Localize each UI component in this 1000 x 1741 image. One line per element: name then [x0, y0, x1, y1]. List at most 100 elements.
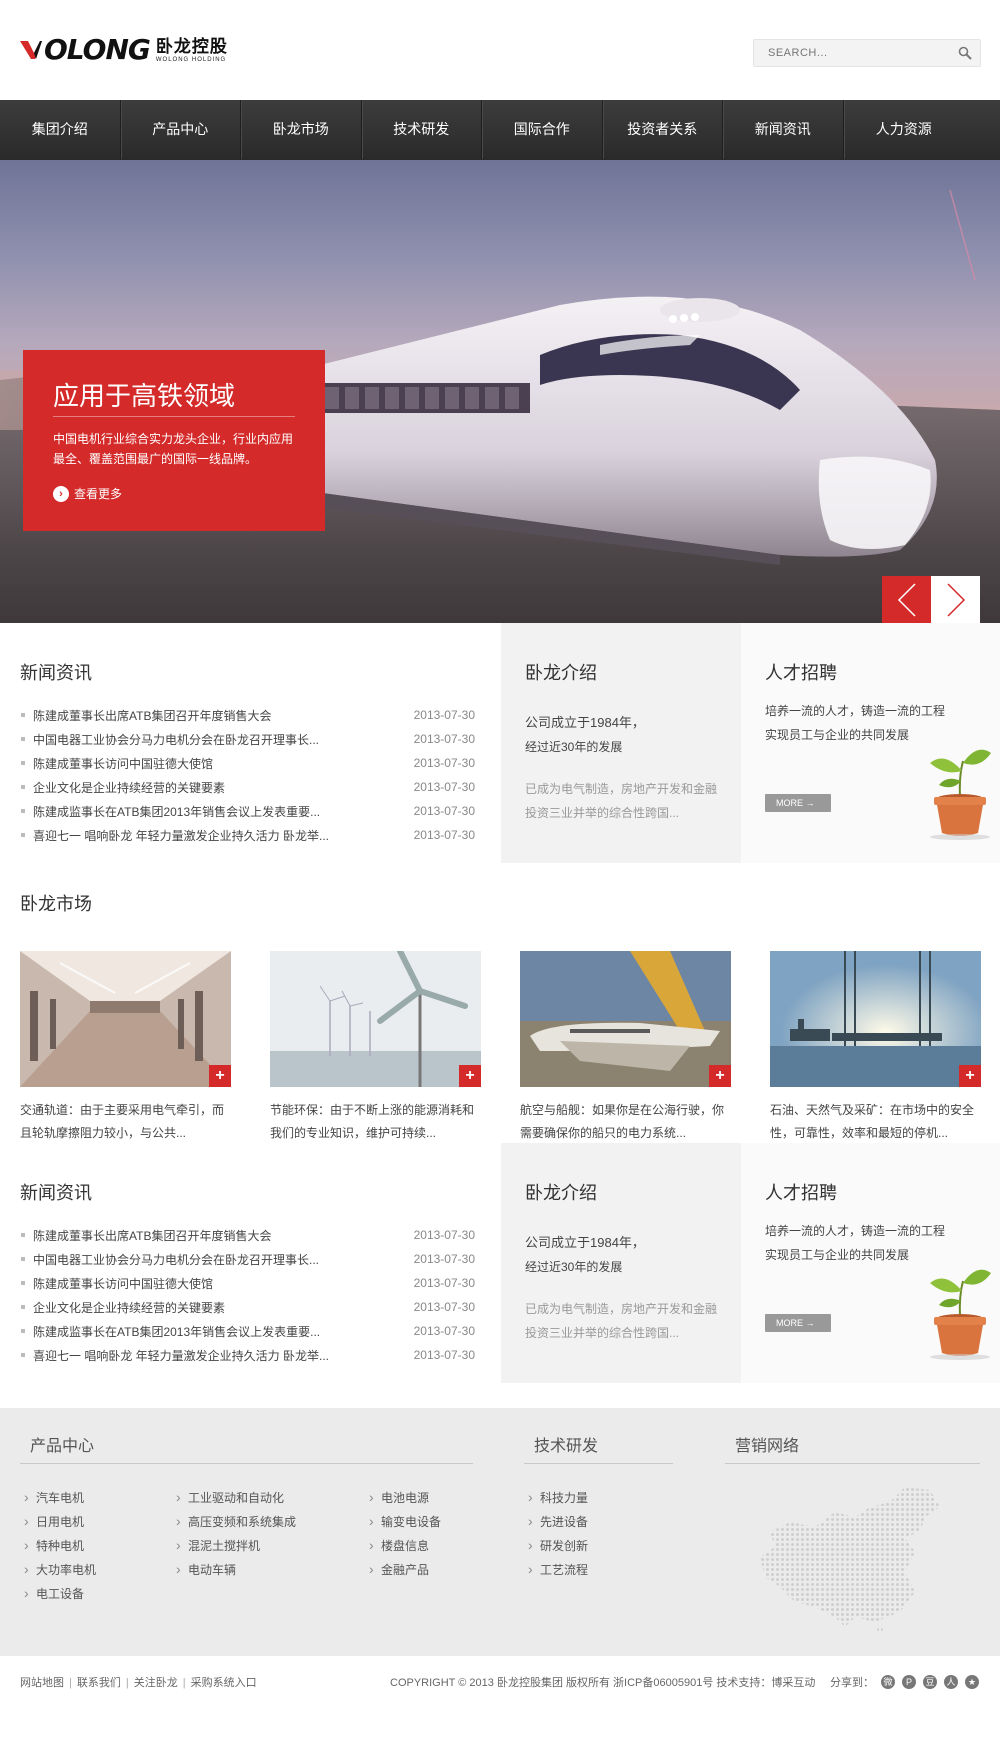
news-item[interactable]: 中国电器工业协会分马力电机分会在卧龙召开理事长... 2013-07-30 [20, 1247, 475, 1271]
plus-icon[interactable]: + [209, 1065, 231, 1087]
nav-item-products[interactable]: 产品中心 [121, 100, 241, 159]
plus-icon[interactable]: + [709, 1065, 731, 1087]
news-item-title[interactable]: 企业文化是企业持续经营的关键要素 [20, 779, 225, 796]
news-item[interactable]: 企业文化是企业持续经营的关键要素 2013-07-30 [20, 1295, 475, 1319]
separator: | [125, 1677, 129, 1689]
footer-link[interactable]: 混泥土搅拌机 [172, 1533, 296, 1558]
news-item[interactable]: 陈建成监事长在ATB集团2013年销售会议上发表重要... 2013-07-30 [20, 799, 475, 823]
market-image-aircraft[interactable]: + [520, 951, 731, 1087]
slider-next-button[interactable] [931, 576, 980, 623]
recruit-line-2: 实现员工与企业的共同发展 [765, 728, 910, 742]
news-item-title[interactable]: 陈建成董事长出席ATB集团召开年度销售大会 [20, 1227, 271, 1244]
footer-link[interactable]: 电动车辆 [172, 1557, 296, 1582]
hero-divider [53, 416, 295, 417]
news-item[interactable]: 中国电器工业协会分马力电机分会在卧龙召开理事长... 2013-07-30 [20, 727, 475, 751]
footer-link[interactable]: 电工设备 [20, 1581, 96, 1606]
news-item[interactable]: 企业文化是企业持续经营的关键要素 2013-07-30 [20, 775, 475, 799]
news-item-title[interactable]: 陈建成董事长访问中国驻德大使馆 [20, 1275, 213, 1292]
footer-network: 营销网络 [725, 1432, 980, 1632]
footer-link[interactable]: 日用电机 [20, 1509, 96, 1534]
separator: | [69, 1677, 72, 1689]
news-item-date: 2013-07-30 [413, 1228, 475, 1242]
market-section: 卧龙市场 + 交通轨道：由于主要采用电气牵引，而 且轮轨摩擦阻力较小，与公共..… [0, 863, 1000, 1143]
news-item[interactable]: 喜迎七一 唱响卧龙 年轻力量激发企业持久活力 卧龙举... 2013-07-30 [20, 1343, 475, 1367]
follow-link[interactable]: 关注卧龙 [134, 1677, 178, 1689]
tencent-icon[interactable]: P [902, 1675, 916, 1689]
search-icon[interactable] [958, 46, 972, 60]
footer-tech-list: 科技力量 先进设备 研发创新 工艺流程 [524, 1485, 588, 1582]
sitemap-link[interactable]: 网站地图 [20, 1677, 64, 1689]
procurement-link[interactable]: 采购系统入口 [191, 1677, 257, 1689]
market-card-oil[interactable]: + 石油、天然气及采矿：在市场中的安全 性，可靠性，效率和最短的停机... [770, 951, 981, 1145]
news-item[interactable]: 陈建成董事长出席ATB集团召开年度销售大会 2013-07-30 [20, 703, 475, 727]
news-item[interactable]: 陈建成监事长在ATB集团2013年销售会议上发表重要... 2013-07-30 [20, 1319, 475, 1343]
oil-rig-photo [770, 951, 981, 1087]
market-card-aviation[interactable]: + 航空与船舰：如果你是在公海行驶，你 需要确保你的船只的电力系统... [520, 951, 731, 1145]
market-caption: 航空与船舰：如果你是在公海行驶，你 需要确保你的船只的电力系统... [520, 1099, 731, 1145]
about-line-2: 经过近30年的发展 [525, 740, 623, 754]
news-item[interactable]: 陈建成董事长访问中国驻德大使馆 2013-07-30 [20, 1271, 475, 1295]
news-title: 新闻资讯 [20, 1183, 92, 1203]
market-card-energy[interactable]: + 节能环保：由于不断上涨的能源消耗和 我们的专业知识，维护可持续... [270, 951, 481, 1145]
footer-link[interactable]: 楼盘信息 [365, 1533, 441, 1558]
slider-prev-button[interactable] [882, 576, 931, 623]
market-image-subway[interactable]: + [20, 951, 231, 1087]
news-item-title[interactable]: 中国电器工业协会分马力电机分会在卧龙召开理事长... [20, 1251, 319, 1268]
market-caption: 节能环保：由于不断上涨的能源消耗和 我们的专业知识，维护可持续... [270, 1099, 481, 1145]
plus-icon[interactable]: + [959, 1065, 981, 1087]
footer-link[interactable]: 科技力量 [524, 1485, 588, 1510]
recruit-more-button[interactable]: MORE → [765, 794, 831, 812]
nav-item-international[interactable]: 国际合作 [482, 100, 603, 159]
chevron-right-circle-icon: › [53, 485, 69, 502]
news-item-title[interactable]: 陈建成监事长在ATB集团2013年销售会议上发表重要... [20, 803, 320, 820]
footer-products-title: 产品中心 [30, 1438, 95, 1455]
footer-link[interactable]: 电池电源 [365, 1485, 441, 1510]
footer-link[interactable]: 输变电设备 [365, 1509, 441, 1534]
star-icon[interactable]: ★ [965, 1675, 979, 1689]
plus-icon[interactable]: + [459, 1065, 481, 1087]
search-input[interactable] [754, 40, 944, 66]
hero-more-link[interactable]: › 查看更多 [53, 485, 122, 502]
contact-link[interactable]: 联系我们 [77, 1677, 121, 1689]
recruit-more-button[interactable]: MORE → [765, 1314, 831, 1332]
news-item[interactable]: 陈建成董事长访问中国驻德大使馆 2013-07-30 [20, 751, 475, 775]
news-item-date: 2013-07-30 [413, 780, 475, 794]
nav-item-hr[interactable]: 人力资源 [844, 100, 965, 159]
nav-item-news[interactable]: 新闻资讯 [723, 100, 844, 159]
nav-item-investors[interactable]: 投资者关系 [603, 100, 723, 159]
news-item-title[interactable]: 陈建成监事长在ATB集团2013年销售会议上发表重要... [20, 1323, 320, 1340]
logo-cn-block: 卧龙控股 WOLONG HOLDING [156, 38, 228, 63]
market-card-rail[interactable]: + 交通轨道：由于主要采用电气牵引，而 且轮轨摩擦阻力较小，与公共... [20, 951, 231, 1145]
market-image-oilrig[interactable]: + [770, 951, 981, 1087]
renren-icon[interactable]: 人 [944, 1675, 958, 1689]
news-item-title[interactable]: 企业文化是企业持续经营的关键要素 [20, 1299, 225, 1316]
footer-link[interactable]: 金融产品 [365, 1557, 441, 1582]
nav-item-tech[interactable]: 技术研发 [362, 100, 482, 159]
news-item-title[interactable]: 中国电器工业协会分马力电机分会在卧龙召开理事长... [20, 731, 319, 748]
news-item[interactable]: 喜迎七一 唱响卧龙 年轻力量激发企业持久活力 卧龙举... 2013-07-30 [20, 823, 475, 847]
about-line-1: 公司成立于1984年， [525, 1235, 645, 1250]
china-map-icon[interactable] [755, 1482, 955, 1632]
nav-item-group-intro[interactable]: 集团介绍 [0, 100, 121, 159]
footer-link[interactable]: 高压变频和系统集成 [172, 1509, 296, 1534]
footer-link[interactable]: 先进设备 [524, 1509, 588, 1534]
footer-link[interactable]: 研发创新 [524, 1533, 588, 1558]
news-item-title[interactable]: 喜迎七一 唱响卧龙 年轻力量激发企业持久活力 卧龙举... [20, 827, 329, 844]
footer-link[interactable]: 特种电机 [20, 1533, 96, 1558]
weibo-icon[interactable]: 微 [881, 1675, 895, 1689]
market-caption-line: 航空与船舰：如果你是在公海行驶，你 [520, 1103, 725, 1117]
nav-item-market[interactable]: 卧龙市场 [241, 100, 362, 159]
footer: 产品中心 汽车电机 日用电机 特种电机 大功率电机 电工设备 工业驱动和自动化 … [0, 1408, 1000, 1656]
footer-link[interactable]: 工艺流程 [524, 1557, 588, 1582]
logo[interactable]: OLONG 卧龙控股 WOLONG HOLDING [20, 36, 228, 64]
news-item[interactable]: 陈建成董事长出席ATB集团召开年度销售大会 2013-07-30 [20, 1223, 475, 1247]
news-item-title[interactable]: 喜迎七一 唱响卧龙 年轻力量激发企业持久活力 卧龙举... [20, 1347, 329, 1364]
footer-link[interactable]: 工业驱动和自动化 [172, 1485, 296, 1510]
news-item-title[interactable]: 陈建成董事长出席ATB集团召开年度销售大会 [20, 707, 271, 724]
news-item-title[interactable]: 陈建成董事长访问中国驻德大使馆 [20, 755, 213, 772]
douban-icon[interactable]: 豆 [923, 1675, 937, 1689]
about-line-2: 经过近30年的发展 [525, 1260, 623, 1274]
market-image-wind[interactable]: + [270, 951, 481, 1087]
footer-link[interactable]: 汽车电机 [20, 1485, 96, 1510]
footer-link[interactable]: 大功率电机 [20, 1557, 96, 1582]
